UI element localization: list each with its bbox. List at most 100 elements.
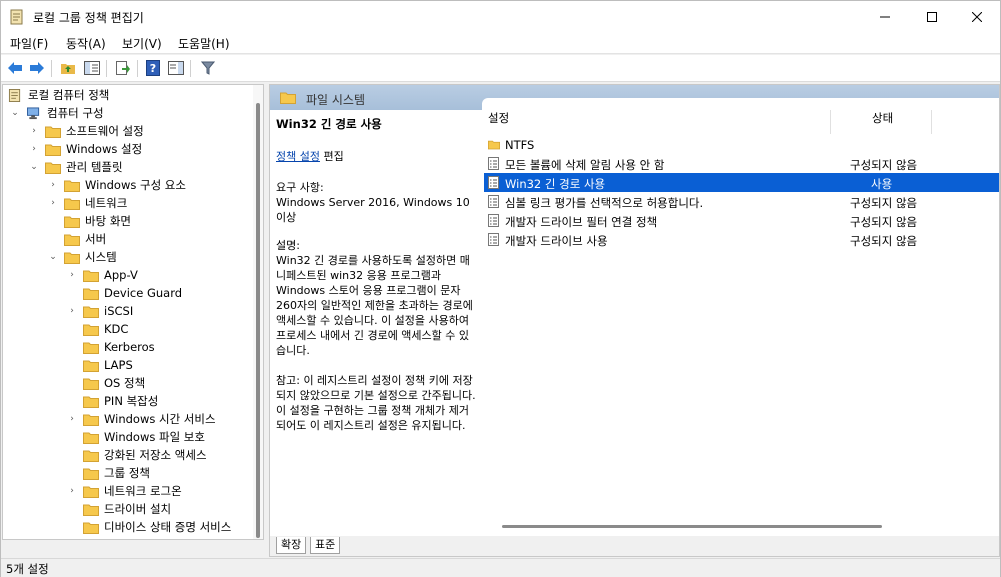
minimize-icon	[880, 16, 890, 17]
tree-item-label: 드라이버 설치	[104, 502, 172, 516]
tree-item-iscsi[interactable]: › iSCSI	[67, 302, 133, 320]
chevron-right-icon[interactable]: ›	[67, 414, 77, 424]
tree-item-software-settings[interactable]: › 소프트웨어 설정	[29, 122, 144, 140]
tree-item-computer-config[interactable]: ⌄ 컴퓨터 구성	[10, 104, 103, 122]
tree-item-network-logon[interactable]: › 네트워크 로그온	[67, 482, 182, 500]
folder-icon	[83, 414, 99, 426]
list-horizontal-scrollbar[interactable]	[502, 525, 882, 528]
tree-item-network[interactable]: › 네트워크	[48, 194, 127, 212]
back-button[interactable]	[5, 58, 25, 78]
column-header-setting[interactable]: 설정	[488, 110, 509, 134]
show-hide-action-pane-button[interactable]	[166, 58, 186, 78]
policy-document-icon	[8, 88, 21, 102]
chevron-right-icon[interactable]: ›	[29, 126, 39, 136]
tree-item-label: Windows 파일 보호	[104, 430, 205, 444]
scrollbar-thumb[interactable]	[256, 103, 260, 538]
folder-icon	[83, 396, 99, 408]
policy-editor-app-icon	[10, 9, 23, 25]
tree-item-admin-templates[interactable]: ⌄ 관리 템플릿	[29, 158, 122, 176]
column-header-state[interactable]: 상태	[872, 110, 893, 134]
menu-help[interactable]: 도움말(H)	[178, 35, 230, 52]
minimize-button[interactable]	[862, 1, 908, 32]
tree-item-kerberos[interactable]: Kerberos	[83, 338, 155, 356]
main-window: 로컬 그룹 정책 편집기 파일(F) 동작(A) 보기(V) 도움말(H) ? …	[0, 0, 1001, 577]
list-item-name: 개발자 드라이브 사용	[505, 234, 608, 248]
tree-item-app-v[interactable]: › App-V	[67, 266, 138, 284]
maximize-icon	[927, 11, 937, 22]
menu-action[interactable]: 동작(A)	[66, 35, 106, 52]
chevron-right-icon[interactable]: ›	[48, 198, 58, 208]
tree-item-laps[interactable]: LAPS	[83, 356, 133, 374]
tree-item-windows-components[interactable]: › Windows 구성 요소	[48, 176, 186, 194]
tree-item-enhanced-storage-access[interactable]: 강화된 저장소 액세스	[83, 446, 207, 464]
edit-policy-link[interactable]: 정책 설정	[276, 150, 320, 163]
tree-item-windows-settings[interactable]: › Windows 설정	[29, 140, 142, 158]
tree-item-os-policy[interactable]: OS 정책	[83, 374, 145, 392]
tree-item-windows-time-service[interactable]: › Windows 시간 서비스	[67, 410, 215, 428]
list-item-symlink-evaluation[interactable]: 심볼 링크 평가를 선택적으로 허용합니다. 구성되지 않음	[484, 192, 999, 211]
tree-item-driver-installation[interactable]: 드라이버 설치	[83, 500, 171, 518]
folder-icon	[280, 92, 296, 104]
show-hide-tree-button[interactable]	[82, 58, 102, 78]
export-list-button[interactable]	[113, 58, 133, 78]
maximize-button[interactable]	[909, 1, 955, 32]
tree-item-server[interactable]: 서버	[64, 230, 106, 248]
list-item-state: 구성되지 않음	[850, 234, 918, 248]
back-arrow-icon	[8, 62, 22, 74]
tree-item-kdc[interactable]: KDC	[83, 320, 128, 338]
chevron-down-icon[interactable]: ⌄	[10, 108, 20, 118]
tree-item-device-guard[interactable]: Device Guard	[83, 284, 182, 302]
window-title: 로컬 그룹 정책 편집기	[33, 11, 144, 25]
chevron-right-icon[interactable]: ›	[48, 180, 58, 190]
chevron-down-icon[interactable]: ⌄	[48, 252, 58, 262]
tree-item-label: 네트워크 로그온	[104, 484, 182, 498]
menu-file[interactable]: 파일(F)	[10, 35, 48, 52]
status-text: 5개 설정	[6, 562, 49, 576]
tree-item-label: 디바이스 상태 증명 서비스	[104, 520, 232, 534]
tree-item-label: 서버	[85, 232, 107, 246]
folder-icon	[64, 252, 80, 264]
forward-arrow-icon	[30, 62, 44, 74]
tree-item-system[interactable]: ⌄ 시스템	[48, 248, 117, 266]
chevron-right-icon[interactable]: ›	[67, 270, 77, 280]
folder-icon	[83, 360, 99, 372]
up-level-button[interactable]	[58, 58, 78, 78]
list-item-dev-drive-filter-policy[interactable]: 개발자 드라이브 필터 연결 정책 구성되지 않음	[484, 211, 999, 230]
tree-item-desktop[interactable]: 바탕 화면	[64, 212, 131, 230]
tree-item-local-computer-policy[interactable]: 로컬 컴퓨터 정책	[7, 86, 109, 104]
list-item-disable-delete-notify[interactable]: 모든 볼륨에 삭제 알림 사용 안 함 구성되지 않음	[484, 154, 999, 173]
extended-description-panel: Win32 긴 경로 사용 정책 설정 편집 요구 사항: Windows Se…	[270, 110, 482, 535]
settings-list: 설정 상태 NTFS 모든 볼륨에 삭제 알림 사용 안 함 구성되지 않음 W…	[482, 98, 999, 538]
tab-standard[interactable]: 표준	[310, 537, 341, 554]
list-item-dev-drive-enable[interactable]: 개발자 드라이브 사용 구성되지 않음	[484, 230, 999, 249]
tab-extended[interactable]: 확장	[276, 537, 307, 554]
folder-icon	[64, 216, 80, 228]
tree-item-label: Windows 구성 요소	[85, 178, 186, 192]
folder-icon	[83, 468, 99, 480]
folder-icon	[64, 198, 80, 210]
close-button[interactable]	[954, 1, 1000, 32]
help-button[interactable]: ?	[143, 58, 163, 78]
list-item-name: 모든 볼륨에 삭제 알림 사용 안 함	[505, 158, 665, 172]
policy-setting-icon	[488, 176, 499, 189]
tree-item-pin-complexity[interactable]: PIN 복잡성	[83, 392, 158, 410]
chevron-down-icon[interactable]: ⌄	[29, 162, 39, 172]
list-item-ntfs[interactable]: NTFS	[484, 135, 999, 154]
tree-item-group-policy[interactable]: 그룹 정책	[83, 464, 150, 482]
edit-suffix: 편집	[319, 150, 344, 163]
forward-button[interactable]	[27, 58, 47, 78]
tree-item-windows-file-protection[interactable]: Windows 파일 보호	[83, 428, 205, 446]
chevron-right-icon[interactable]: ›	[67, 306, 77, 316]
tree-item-device-health-attestation[interactable]: 디바이스 상태 증명 서비스	[83, 518, 231, 536]
list-item-name: NTFS	[505, 138, 535, 152]
filter-icon	[201, 61, 215, 75]
selected-policy-title: Win32 긴 경로 사용	[276, 117, 382, 131]
list-item-win32-long-paths[interactable]: Win32 긴 경로 사용 사용	[484, 173, 999, 192]
tree-item-label: 소프트웨어 설정	[66, 124, 144, 138]
filter-button[interactable]	[198, 58, 218, 78]
folder-icon	[45, 144, 61, 156]
chevron-right-icon[interactable]: ›	[67, 486, 77, 496]
chevron-right-icon[interactable]: ›	[29, 144, 39, 154]
menu-view[interactable]: 보기(V)	[122, 35, 162, 52]
tree-scrollbar[interactable]	[253, 85, 263, 539]
